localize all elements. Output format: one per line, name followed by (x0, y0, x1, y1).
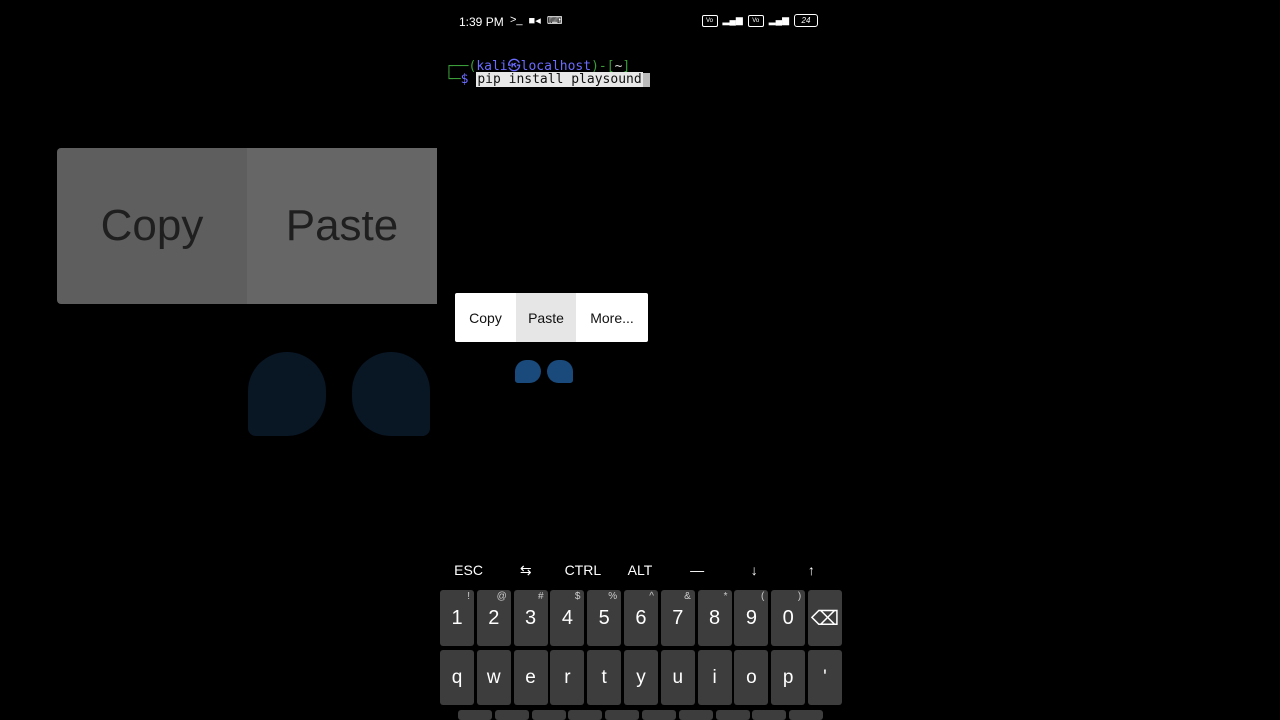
terminal-icon: >_ (510, 14, 523, 26)
tab-key[interactable]: ⇆ (497, 556, 554, 584)
keyboard-icon: ⌨ (546, 15, 563, 27)
selection-handle-left[interactable] (515, 360, 541, 383)
esc-key[interactable]: ESC (440, 556, 497, 584)
key-partial[interactable] (531, 710, 566, 720)
volte-icon: Vo (701, 14, 718, 27)
alt-key[interactable]: ALT (611, 556, 668, 584)
key-partial[interactable] (715, 710, 750, 720)
paste-button[interactable]: Paste (516, 293, 576, 342)
key-6[interactable]: ^ 6 (623, 590, 658, 646)
key-i[interactable]: i (697, 650, 732, 705)
key-q[interactable]: q (440, 650, 474, 705)
key-partial[interactable] (678, 710, 713, 720)
cursor (642, 72, 650, 87)
arrow-up-key[interactable]: ↑ (783, 556, 840, 584)
prompt-line: ┌──(kali㉿localhost)-[~] (445, 59, 631, 74)
volte-icon: Vo (747, 14, 764, 27)
key-partial[interactable] (789, 710, 824, 720)
letter-row: q w e r t y u i o p ' (440, 650, 845, 705)
key-t[interactable]: t (587, 650, 622, 705)
video-icon: ■◂ (528, 15, 541, 27)
key-y[interactable]: y (623, 650, 658, 705)
extra-keys-row: ESC ⇆ CTRL ALT — ↓ ↑ (440, 556, 840, 584)
number-row: ! 1 @2 #3 $4 % 5 ^ 6 & 7 * 8 (9 ) 0 ⌫ (440, 590, 845, 646)
key-0[interactable]: ) 0 (771, 590, 806, 646)
key-partial[interactable] (458, 710, 492, 720)
backspace-icon: ⌫ (810, 607, 840, 630)
key-partial[interactable] (568, 710, 603, 720)
selected-command-text[interactable]: pip install playsound (476, 72, 643, 87)
key-2[interactable]: @2 (476, 590, 511, 646)
key-7[interactable]: & 7 (660, 590, 695, 646)
battery-icon: 24 (794, 14, 818, 27)
zoomed-selection-handle-right (352, 352, 430, 436)
key-e[interactable]: e (513, 650, 548, 705)
key-partial[interactable] (641, 710, 676, 720)
backspace-key[interactable]: ⌫ (807, 590, 842, 646)
ctrl-key[interactable]: CTRL (554, 556, 611, 584)
status-bar: 1:39 PM >_ ■◂ ⌨ Vo ▂▄▆ Vo ▂▄▆ 24 (440, 0, 840, 44)
key-r[interactable]: r (550, 650, 585, 705)
key-3[interactable]: #3 (513, 590, 548, 646)
key-w[interactable]: w (476, 650, 511, 705)
key-5[interactable]: % 5 (587, 590, 622, 646)
phone-screen: 1:39 PM >_ ■◂ ⌨ Vo ▂▄▆ Vo ▂▄▆ 24 ┌──(kal… (440, 0, 842, 720)
arrow-down-key[interactable]: ↓ (726, 556, 783, 584)
key-1[interactable]: ! 1 (440, 590, 474, 646)
zoomed-copy-label: Copy (100, 201, 204, 250)
zoomed-context-menu: Copy Paste (57, 148, 437, 304)
key-4[interactable]: $4 (550, 590, 585, 646)
status-time: 1:39 PM (459, 15, 504, 29)
key-u[interactable]: u (660, 650, 695, 705)
soft-keyboard: ! 1 @2 #3 $4 % 5 ^ 6 & 7 * 8 (9 ) 0 ⌫ q w e r … (440, 588, 842, 720)
more-button[interactable]: More... (576, 293, 648, 342)
command-line: └─$ pip install playsound (445, 72, 835, 89)
key-9[interactable]: (9 (734, 590, 769, 646)
copy-button[interactable]: Copy (455, 293, 516, 342)
key-apostrophe[interactable]: ' (807, 650, 842, 705)
zoomed-paste-label: Paste (247, 148, 437, 304)
key-partial[interactable] (605, 710, 640, 720)
key-partial[interactable] (752, 710, 787, 720)
key-partial[interactable] (494, 710, 529, 720)
key-o[interactable]: o (734, 650, 769, 705)
key-8[interactable]: * 8 (697, 590, 732, 646)
signal-icon: ▂▄▆ (768, 15, 789, 25)
signal-icon: ▂▄▆ (722, 15, 743, 25)
zoomed-selection-handle-left (248, 352, 326, 436)
key-p[interactable]: p (771, 650, 806, 705)
partial-keyboard-row (440, 710, 826, 720)
selection-handle-right[interactable] (547, 360, 573, 383)
dash-key[interactable]: — (669, 556, 726, 584)
terminal-output[interactable]: ┌──(kali㉿localhost)-[~] └─$ pip install … (445, 55, 835, 89)
text-selection-menu: Copy Paste More... (455, 293, 648, 342)
